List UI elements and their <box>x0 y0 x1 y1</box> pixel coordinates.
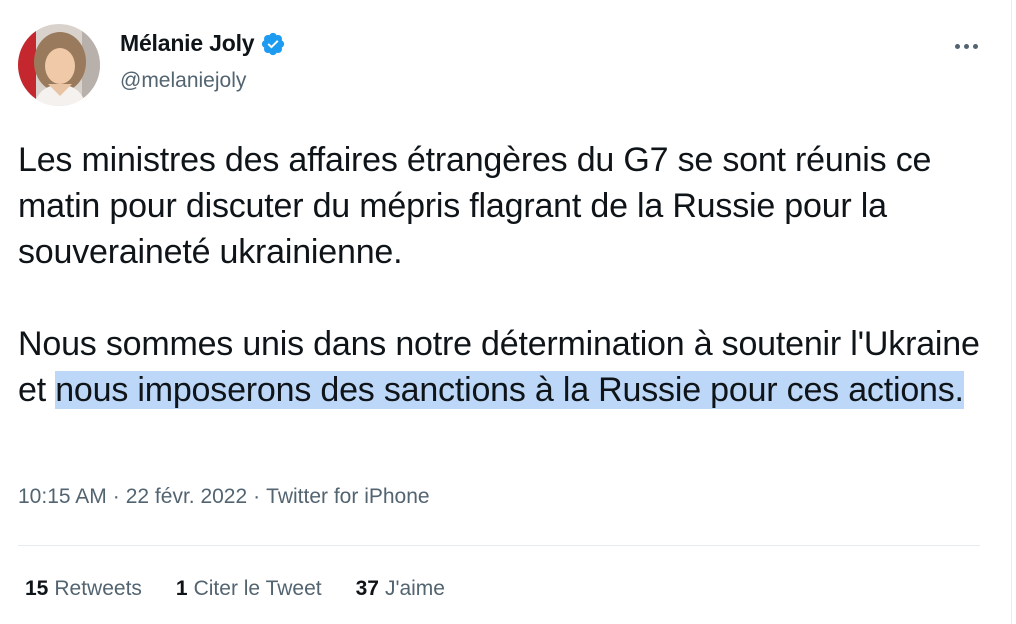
tweet-time[interactable]: 10:15 AM <box>18 485 107 509</box>
dot <box>972 43 978 49</box>
quotes-stat[interactable]: 1 Citer le Tweet <box>176 577 322 601</box>
tweet-meta: 10:15 AM · 22 févr. 2022 · Twitter for i… <box>18 485 430 509</box>
avatar[interactable] <box>18 24 100 106</box>
more-options-icon[interactable] <box>948 36 984 56</box>
tweet-date[interactable]: 22 févr. 2022 <box>126 485 247 509</box>
quotes-count: 1 <box>175 577 188 600</box>
likes-count: 37 <box>355 577 379 600</box>
tweet-paragraph-1: Les ministres des affaires étrangères du… <box>18 141 932 271</box>
likes-label: J'aime <box>384 577 445 600</box>
tweet-source[interactable]: Twitter for iPhone <box>266 485 429 509</box>
retweets-count: 15 <box>25 577 49 600</box>
meta-separator: · <box>112 485 120 508</box>
tweet-paragraph-2: Nous sommes unis dans notre déterminatio… <box>18 321 993 413</box>
tweet-text: Les ministres des affaires étrangères du… <box>18 137 993 413</box>
selected-text: nous imposerons des sanctions à la Russi… <box>55 371 964 409</box>
tweet-stats: 15 Retweets 1 Citer le Tweet 37 J'aime <box>25 577 445 601</box>
retweets-stat[interactable]: 15 Retweets <box>25 577 142 601</box>
card-border <box>1011 0 1012 624</box>
dot <box>963 43 969 49</box>
divider <box>18 545 980 546</box>
display-name[interactable]: Mélanie Joly <box>120 30 255 57</box>
likes-stat[interactable]: 37 J'aime <box>356 577 445 601</box>
name-row: Mélanie Joly <box>120 30 286 57</box>
retweets-label: Retweets <box>54 577 142 600</box>
tweet-card: Mélanie Joly @melaniejoly Les ministres … <box>0 0 1016 624</box>
verified-badge-icon <box>260 31 286 57</box>
dot <box>954 43 960 49</box>
quotes-label: Citer le Tweet <box>193 577 322 600</box>
meta-separator: · <box>253 485 261 508</box>
handle[interactable]: @melaniejoly <box>120 69 246 93</box>
